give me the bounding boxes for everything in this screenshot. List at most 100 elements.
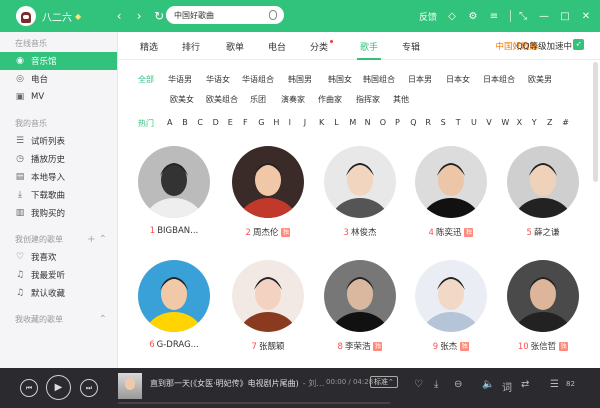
volume-icon[interactable]: 🔈 — [482, 379, 494, 390]
next-icon[interactable]: ⏭ — [80, 379, 98, 397]
song-singer[interactable]: - 刘… — [303, 379, 324, 388]
letter-index-item[interactable]: I — [289, 118, 291, 127]
artist-photo[interactable] — [138, 260, 210, 332]
search-input[interactable]: 中国好歌曲 — [166, 6, 284, 24]
letter-index-item[interactable]: M — [349, 118, 356, 127]
skin-icon[interactable]: ◇ — [445, 11, 459, 22]
artist-photo[interactable] — [232, 146, 304, 218]
filter-option[interactable]: 作曲家 — [318, 94, 342, 105]
artist-card[interactable]: 2 周杰伦独 — [232, 146, 304, 238]
menu-icon[interactable]: ≡ — [487, 11, 501, 22]
letter-index-item[interactable]: U — [471, 118, 477, 127]
refresh-icon[interactable]: ↻ — [153, 9, 165, 23]
filter-option[interactable]: 其他 — [393, 94, 409, 105]
filter-option[interactable]: 欧美女 — [170, 94, 194, 105]
letter-index-item[interactable]: G — [258, 118, 264, 127]
qq-level-text[interactable]: QQ等级加速中 — [516, 40, 572, 52]
like-heart-icon[interactable]: ♡ — [414, 379, 423, 390]
voice-search-icon[interactable] — [269, 10, 277, 20]
previous-icon[interactable]: ⏮ — [20, 379, 38, 397]
artist-photo[interactable] — [415, 146, 487, 218]
letter-index-item[interactable]: W — [501, 118, 509, 127]
letter-index-item[interactable]: X — [517, 118, 522, 127]
artist-photo[interactable] — [324, 146, 396, 218]
sidebar-item[interactable]: ♡ 我喜欢 — [0, 248, 117, 266]
filter-option[interactable]: 日本男 — [408, 74, 432, 85]
sidebar-item[interactable]: ▤ 本地导入 — [0, 168, 117, 186]
collapse-icon[interactable]: ⌃ — [99, 312, 107, 328]
artist-card[interactable]: 9 张杰独 — [415, 260, 487, 352]
more-icon[interactable]: ⊖ — [454, 379, 462, 390]
sidebar-item[interactable]: ◷ 播放历史 — [0, 150, 117, 168]
close-icon[interactable]: ✕ — [579, 11, 593, 22]
artist-name[interactable]: 6 G-DRAG... — [138, 340, 210, 350]
filter-option[interactable]: 韩国组合 — [363, 74, 395, 85]
tab[interactable]: 专辑 — [402, 40, 420, 53]
filter-option[interactable]: 全部 — [138, 74, 154, 85]
artist-name[interactable]: 8 李荣浩独 — [324, 340, 396, 352]
album-cover[interactable] — [118, 373, 142, 399]
forward-arrow-icon[interactable]: › — [133, 9, 145, 23]
artist-name[interactable]: 5 薛之谦 — [507, 226, 579, 238]
minimize-icon[interactable]: — — [537, 11, 551, 22]
tab[interactable]: 排行 — [182, 40, 200, 53]
user-avatar[interactable] — [16, 6, 36, 26]
letter-index-item[interactable]: B — [182, 118, 188, 127]
letter-index-item[interactable]: 热门 — [138, 118, 154, 129]
maximize-icon[interactable]: □ — [558, 11, 572, 22]
artist-name[interactable]: 4 陈奕迅独 — [415, 226, 487, 238]
sidebar-item[interactable]: ⤓ 下载歌曲 — [0, 186, 117, 204]
letter-index-item[interactable]: R — [425, 118, 431, 127]
artist-card[interactable]: 4 陈奕迅独 — [415, 146, 487, 238]
letter-index-item[interactable]: S — [441, 118, 446, 127]
artist-card[interactable]: 8 李荣浩独 — [324, 260, 396, 352]
artist-card[interactable]: 3 林俊杰 — [324, 146, 396, 238]
tab[interactable]: 歌单 — [226, 40, 244, 53]
artist-photo[interactable] — [138, 146, 210, 218]
mini-mode-icon[interactable]: ⤡ — [516, 11, 530, 22]
letter-index-item[interactable]: D — [213, 118, 219, 127]
filter-option[interactable]: 日本女 — [446, 74, 470, 85]
filter-option[interactable]: 指挥家 — [356, 94, 380, 105]
song-title[interactable]: 直到那一天(《女医·明妃传》电视剧片尾曲) - 刘… — [150, 378, 330, 389]
letter-index-item[interactable]: A — [167, 118, 172, 127]
letter-index-item[interactable]: L — [334, 118, 338, 127]
tab[interactable]: 电台 — [268, 40, 286, 53]
filter-option[interactable]: 欧美男 — [528, 74, 552, 85]
sidebar-item[interactable]: ▣ MV — [0, 88, 117, 106]
sidebar-item[interactable]: ◎ 电台 — [0, 70, 117, 88]
artist-name[interactable]: 10 张信哲独 — [507, 340, 579, 352]
artist-name[interactable]: 1 BIGBAN... — [138, 226, 210, 236]
artist-card[interactable]: 10 张信哲独 — [507, 260, 579, 352]
filter-option[interactable]: 演奏家 — [281, 94, 305, 105]
rocket-icon[interactable]: ➶ — [573, 39, 584, 50]
filter-option[interactable]: 日本组合 — [483, 74, 515, 85]
artist-photo[interactable] — [507, 146, 579, 218]
letter-index-item[interactable]: H — [273, 118, 279, 127]
letter-index-item[interactable]: # — [562, 118, 569, 127]
play-queue-icon[interactable]: ☰ — [550, 379, 559, 390]
lyrics-button[interactable]: 词 — [502, 379, 512, 394]
letter-index-item[interactable]: F — [243, 118, 248, 127]
filter-option[interactable]: 乐团 — [250, 94, 266, 105]
artist-photo[interactable] — [232, 260, 304, 332]
sidebar-item[interactable]: ☰ 试听列表 — [0, 132, 117, 150]
artist-name[interactable]: 9 张杰独 — [415, 340, 487, 352]
artist-name[interactable]: 7 张靓颖 — [232, 340, 304, 352]
artist-card[interactable]: 6 G-DRAG... — [138, 260, 210, 350]
letter-index-item[interactable]: J — [304, 118, 306, 127]
artist-name[interactable]: 3 林俊杰 — [324, 226, 396, 238]
sidebar-item[interactable]: ♫ 默认收藏 — [0, 284, 117, 302]
letter-index-item[interactable]: Y — [532, 118, 537, 127]
letter-index-item[interactable]: Q — [410, 118, 416, 127]
letter-index-item[interactable]: N — [365, 118, 371, 127]
artist-photo[interactable] — [507, 260, 579, 332]
filter-option[interactable]: 华语女 — [206, 74, 230, 85]
scrollbar[interactable] — [593, 62, 598, 182]
quality-selector[interactable]: 标准⌃ — [370, 376, 398, 388]
letter-index-item[interactable]: T — [456, 118, 461, 127]
artist-card[interactable]: 7 张靓颖 — [232, 260, 304, 352]
sidebar-item[interactable]: ▥ 我购买的 — [0, 204, 117, 222]
artist-name[interactable]: 2 周杰伦独 — [232, 226, 304, 238]
tab[interactable]: 精选 — [140, 40, 158, 53]
